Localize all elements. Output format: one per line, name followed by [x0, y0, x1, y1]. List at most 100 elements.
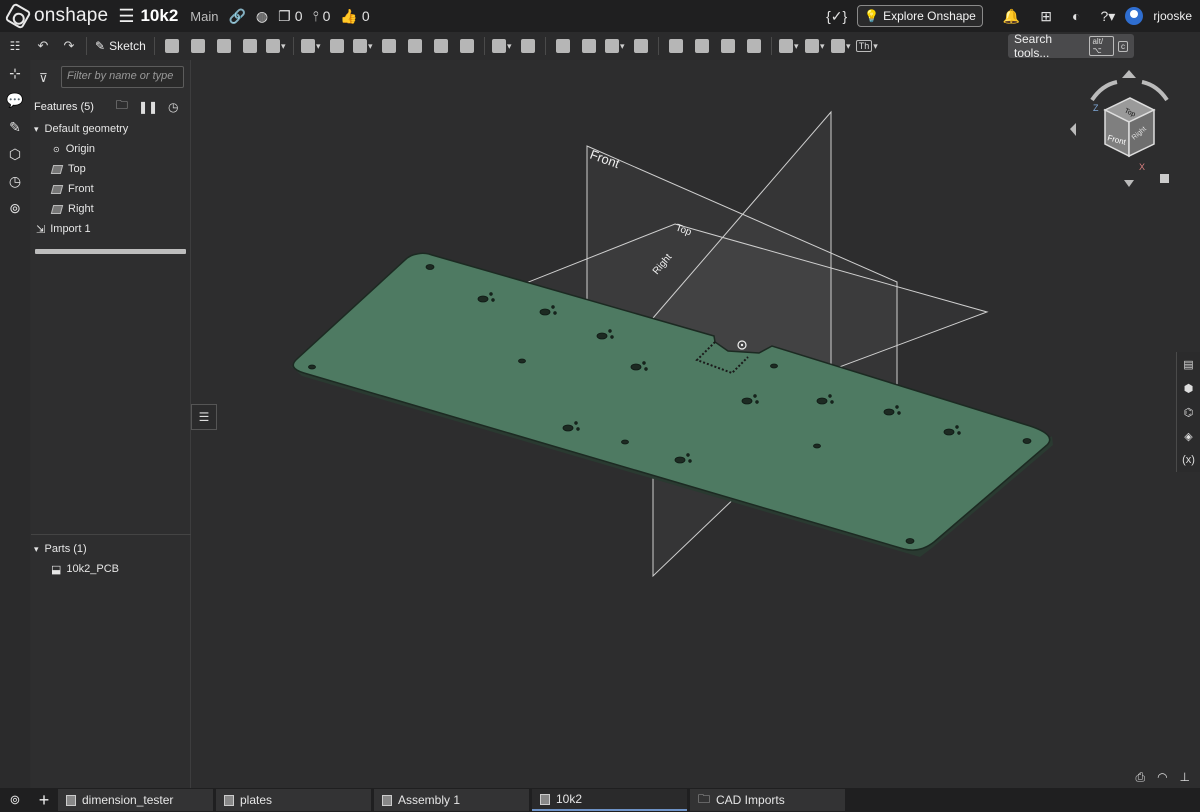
insert-feature-icon[interactable]: ⊹ [0, 60, 30, 87]
model-canvas[interactable]: Front Top Right Top Front Right Z X ▾ [192, 60, 1187, 788]
tab-search-icon[interactable]: ⊚ [0, 788, 30, 812]
tree-item-top[interactable]: Top [31, 159, 190, 179]
add-tab-button[interactable]: + [30, 788, 58, 812]
extrude-tool-icon[interactable] [161, 35, 183, 57]
shell-tool-icon[interactable] [404, 35, 426, 57]
rotate-left-arrow-icon[interactable] [1090, 80, 1118, 102]
app-store-icon[interactable]: ⊞ [1040, 8, 1052, 25]
cylinder-tool-icon[interactable] [456, 35, 478, 57]
modify-fillet-tool-icon[interactable] [665, 35, 687, 57]
tab-10k2[interactable]: 10k2 [532, 789, 687, 811]
sweep-tool-icon[interactable] [213, 35, 235, 57]
user-name[interactable]: rjooske [1153, 9, 1192, 23]
notifications-bell-icon[interactable]: 🔔 [1003, 8, 1020, 25]
revolve-tool-icon[interactable] [187, 35, 209, 57]
variables-icon[interactable]: (x) [1177, 448, 1200, 472]
split-tool-icon[interactable] [578, 35, 600, 57]
rollback-bar[interactable] [35, 249, 186, 254]
undo-icon[interactable]: ↶ [32, 35, 54, 57]
section-view-icon[interactable]: ◈ [1177, 424, 1200, 448]
branch-name[interactable]: Main [190, 9, 218, 24]
th-tool-button[interactable]: Th ▾ [855, 35, 878, 57]
new-folder-icon[interactable]: 🗀 [116, 96, 128, 117]
replace-face-tool-icon[interactable] [743, 35, 765, 57]
help-icon[interactable]: ?▾ [1100, 8, 1115, 25]
hamburger-menu-icon[interactable]: ☰ [118, 6, 134, 27]
search-onshape-icon[interactable]: ⊚ [0, 195, 30, 222]
sheet-metal-tool-icon[interactable]: ▾ [830, 35, 852, 57]
thicken-tool-icon[interactable]: ▾ [265, 35, 287, 57]
branches-button[interactable]: ⫯ 0 [312, 8, 330, 25]
feature-panel-toggle-icon[interactable]: ☰ [191, 404, 217, 430]
plane-tool-icon[interactable]: ▾ [778, 35, 800, 57]
delete-face-tool-icon[interactable] [691, 35, 713, 57]
graphics-viewport[interactable]: Front Top Right Top Front Right Z X ▾ [192, 60, 1187, 788]
explore-onshape-button[interactable]: 💡 Explore Onshape [857, 5, 983, 27]
view-cube[interactable]: Top Front Right Z X ▾ [1070, 70, 1187, 187]
boolean-tool-icon[interactable] [552, 35, 574, 57]
tab-cad-imports[interactable]: 🗀 CAD Imports [690, 789, 845, 811]
part-item[interactable]: ⬓ 10k2_PCB [31, 559, 191, 579]
mate-connector-tool-icon[interactable]: ▾ [804, 35, 826, 57]
arrow-left-icon[interactable] [1070, 123, 1076, 136]
user-avatar[interactable] [1125, 7, 1144, 25]
tree-item-origin[interactable]: ⊙ Origin [31, 139, 190, 159]
tree-item-right[interactable]: Right [31, 199, 190, 219]
chevron-down-icon[interactable]: ▾ [34, 544, 39, 555]
tab-label: dimension_tester [82, 793, 174, 807]
sketch-button[interactable]: ✎ Sketch [91, 39, 150, 53]
right-plane-label: Right [68, 203, 94, 215]
like-button[interactable]: 👍 0 [340, 8, 369, 25]
featurescript-icon[interactable]: {✓} [826, 8, 847, 25]
tab-assembly-1[interactable]: Assembly 1 [374, 789, 529, 811]
fillet-tool-icon[interactable]: ▾ [300, 35, 322, 57]
delete-part-tool-icon[interactable] [630, 35, 652, 57]
rollback-timer-icon[interactable]: ◷ [168, 100, 178, 114]
mirror-tool-icon[interactable] [517, 35, 539, 57]
tree-item-import[interactable]: ⇲ Import 1 [31, 219, 190, 239]
transform-tool-icon[interactable]: ▾ [604, 35, 626, 57]
pause-icon[interactable]: ❚❚ [138, 100, 158, 114]
draft-tool-icon[interactable]: ▾ [352, 35, 374, 57]
chevron-down-icon[interactable]: ▾ [34, 124, 39, 135]
mass-properties-icon[interactable]: ⌬ [1177, 400, 1200, 424]
globe-icon[interactable]: ◍ [256, 8, 268, 25]
tab-dimension-tester[interactable]: dimension_tester [58, 789, 213, 811]
document-name[interactable]: 10k2 [140, 6, 178, 26]
tab-plates[interactable]: plates [216, 789, 371, 811]
loft-tool-icon[interactable] [239, 35, 261, 57]
notes-icon[interactable]: ✎ [0, 114, 30, 141]
tree-item-front[interactable]: Front [31, 179, 190, 199]
parts-folder[interactable]: ▾ Parts (1) [31, 539, 191, 559]
protractor-icon[interactable]: ◠ [1157, 770, 1167, 785]
settings-icon[interactable]: ⊥ [1180, 770, 1190, 785]
rib-tool-icon[interactable] [378, 35, 400, 57]
learning-center-icon[interactable]: ◐ [1072, 8, 1080, 24]
filter-icon[interactable]: ⊽ [39, 71, 48, 85]
measure-icon[interactable]: ⬢ [1177, 376, 1200, 400]
comments-icon[interactable]: 💬 [0, 87, 30, 114]
redo-icon[interactable]: ↷ [58, 35, 80, 57]
view-options-icon[interactable] [1160, 174, 1169, 183]
link-icon[interactable]: 🔗 [228, 8, 245, 25]
print-icon[interactable]: ⎙ [1135, 770, 1145, 785]
hole-tool-icon[interactable] [430, 35, 452, 57]
pencil-icon: ✎ [95, 39, 106, 53]
arrow-down-icon[interactable] [1124, 180, 1134, 187]
parts-icon[interactable]: ⬡ [0, 141, 30, 168]
history-icon[interactable]: ◷ [0, 168, 30, 195]
arrow-up-icon[interactable] [1122, 70, 1136, 78]
chamfer-tool-icon[interactable] [326, 35, 348, 57]
default-geometry-folder[interactable]: ▾ Default geometry [31, 119, 190, 139]
move-face-tool-icon[interactable] [717, 35, 739, 57]
onshape-logo[interactable]: onshape [4, 2, 109, 30]
pattern-tool-icon[interactable]: ▾ [491, 35, 513, 57]
feature-list-toggle[interactable]: ☷ [0, 32, 30, 60]
brand-name: onshape [34, 5, 109, 26]
appearance-icon[interactable]: ▤ [1177, 352, 1200, 376]
versions-button[interactable]: ❐ 0 [278, 8, 302, 25]
thumbs-up-icon: 👍 [340, 7, 358, 24]
search-tools-input[interactable]: Search tools... alt/⌥ c [1008, 32, 1134, 60]
rotate-right-arrow-icon[interactable] [1141, 80, 1169, 102]
feature-filter-input[interactable]: Filter by name or type [61, 66, 184, 88]
